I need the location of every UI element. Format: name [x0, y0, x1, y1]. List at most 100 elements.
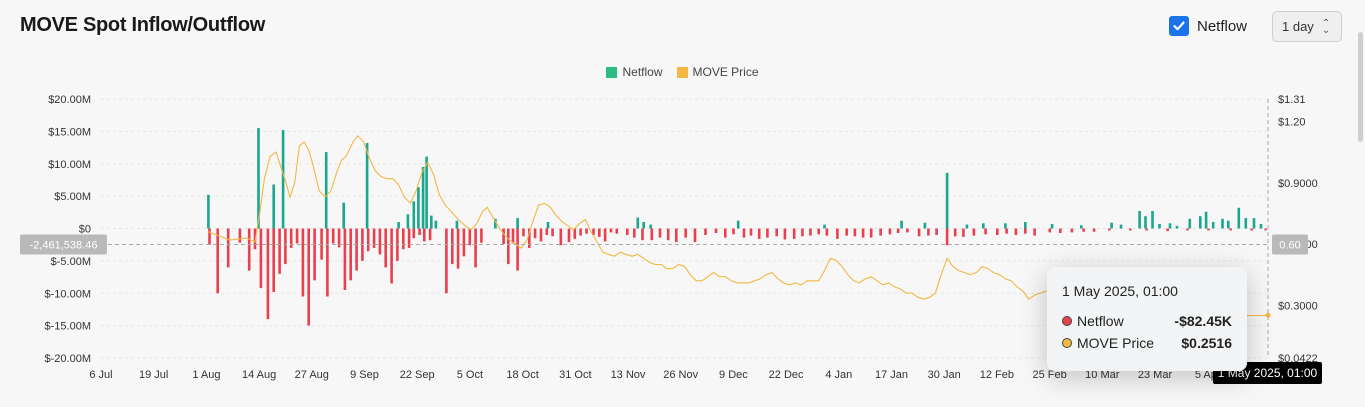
netflow-inflow-bar: [1144, 216, 1147, 229]
netflow-outflow-bar: [906, 228, 909, 233]
netflow-outflow-bar: [502, 228, 505, 244]
x-tick-label: 31 Oct: [559, 369, 591, 381]
x-tick-label: 18 Oct: [506, 369, 538, 381]
chart-tooltip: 1 May 2025, 01:00 Netflow -$82.45K MOVE …: [1047, 267, 1247, 371]
netflow-outflow-bar: [615, 228, 619, 234]
netflow-outflow-bar: [366, 228, 370, 252]
x-tick-label: 22 Sep: [400, 369, 435, 381]
netflow-outflow-bar: [390, 228, 393, 284]
netflow-outflow-bar: [1166, 228, 1169, 232]
netflow-outflow-bar: [962, 228, 965, 237]
netflow-outflow-bar: [917, 228, 921, 237]
netflow-inflow-bar: [1204, 211, 1208, 229]
netflow-outflow-bar: [474, 228, 477, 268]
netflow-outflow-bar: [1005, 228, 1008, 234]
y-left-tick-label: $0: [79, 224, 91, 236]
netflow-outflow-bar: [927, 228, 930, 236]
netflow-inflow-bar: [736, 220, 740, 229]
netflow-inflow-bar: [342, 202, 345, 229]
netflow-outflow-bar: [326, 228, 329, 297]
netflow-outflow-bar: [817, 228, 820, 235]
netflow-outflow-bar: [675, 228, 678, 243]
netflow-inflow-bar: [1199, 216, 1202, 229]
netflow-outflow-bar: [559, 228, 563, 246]
netflow-inflow-bar: [1050, 224, 1054, 229]
netflow-outflow-bar: [809, 228, 812, 236]
netflow-inflow-bar: [1151, 211, 1154, 229]
netflow-outflow-bar: [879, 228, 882, 236]
netflow-outflow-bar: [996, 228, 999, 235]
crosshair-price-dot: [1265, 312, 1271, 318]
tooltip-netflow-label: Netflow: [1077, 313, 1124, 329]
netflow-outflow-bar: [423, 228, 426, 242]
netflow-outflow-bar: [1186, 228, 1189, 231]
netflow-inflow-bar: [281, 130, 285, 229]
tooltip-date: 1 May 2025, 01:00: [1062, 283, 1178, 299]
netflow-inflow-bar: [1080, 225, 1083, 229]
netflow-outflow-bar: [1059, 228, 1062, 233]
netflow-outflow-bar: [1207, 228, 1210, 231]
netflow-outflow-bar: [579, 228, 582, 236]
netflow-inflow-bar: [649, 224, 652, 229]
netflow-inflow-bar: [1138, 211, 1141, 229]
netflow-outflow-bar: [1070, 228, 1074, 233]
netflow-outflow-bar: [551, 228, 554, 237]
y-left-tick-label: $-15.00M: [45, 321, 91, 333]
x-tick-label: 14 Aug: [242, 369, 276, 381]
netflow-outflow-bar: [468, 228, 472, 246]
netflow-outflow-bar: [226, 228, 230, 268]
netflow-inflow-bar: [1188, 218, 1192, 229]
netflow-outflow-bar: [533, 228, 537, 239]
netflow-outflow-bar: [1129, 228, 1132, 231]
x-tick-label: 4 Jan: [825, 369, 852, 381]
netflow-outflow-bar: [313, 228, 316, 281]
netflow-outflow-bar: [1229, 228, 1232, 231]
netflow-outflow-bar: [749, 228, 753, 236]
netflow-outflow-bar: [428, 228, 432, 241]
netflow-outflow-bar: [1014, 228, 1018, 235]
x-tick-label: 17 Jan: [875, 369, 908, 381]
netflow-outflow-bar: [641, 228, 644, 241]
netflow-outflow-bar: [1250, 228, 1253, 231]
netflow-inflow-bar: [965, 224, 969, 229]
y-right-tick-label: $1.31: [1278, 94, 1306, 106]
x-tick-label: 26 Nov: [663, 369, 698, 381]
netflow-outflow-bar: [462, 228, 466, 257]
netflow-outflow-bar: [836, 228, 839, 239]
netflow-inflow-bar: [272, 184, 275, 229]
tooltip-row-price: MOVE Price $0.2516: [1062, 335, 1232, 351]
x-tick-label: 30 Jan: [928, 369, 961, 381]
x-tick-label: 22 Dec: [769, 369, 804, 381]
y-left-tick-label: $-5.00M: [51, 256, 91, 268]
netflow-outflow-bar: [666, 228, 670, 241]
netflow-inflow-bar: [636, 217, 640, 229]
y-left-tick-label: $20.00M: [48, 94, 91, 106]
netflow-outflow-bar: [783, 228, 787, 240]
x-tick-label: 27 Aug: [295, 369, 329, 381]
netflow-inflow-bar: [412, 201, 416, 229]
netflow-inflow-bar: [1237, 207, 1241, 229]
netflow-inflow-bar: [455, 220, 459, 229]
page-scrollbar[interactable]: [1358, 32, 1363, 142]
netflow-outflow-bar: [1092, 228, 1096, 232]
x-tick-label: 1 Aug: [192, 369, 220, 381]
netflow-outflow-bar: [861, 228, 865, 238]
netflow-inflow-bar: [397, 222, 400, 229]
netflow-outflow-bar: [208, 228, 211, 245]
netflow-inflow-bar: [1024, 222, 1027, 229]
netflow-inflow-bar: [430, 215, 433, 229]
netflow-outflow-bar: [456, 228, 460, 269]
netflow-outflow-bar: [384, 228, 387, 268]
netflow-outflow-bar: [284, 228, 287, 265]
netflow-inflow-bar: [1227, 220, 1230, 229]
netflow-outflow-bar: [724, 228, 727, 238]
netflow-outflow-bar: [522, 228, 525, 237]
netflow-outflow-bar: [378, 228, 382, 255]
netflow-outflow-bar: [295, 228, 299, 244]
netflow-outflow-bar: [1264, 228, 1267, 231]
netflow-outflow-bar: [896, 228, 900, 233]
netflow-inflow-bar: [1221, 218, 1224, 229]
y-left-tick-label: $5.00M: [54, 191, 91, 203]
netflow-outflow-bar: [1108, 228, 1111, 231]
netflow-outflow-bar: [343, 228, 347, 290]
